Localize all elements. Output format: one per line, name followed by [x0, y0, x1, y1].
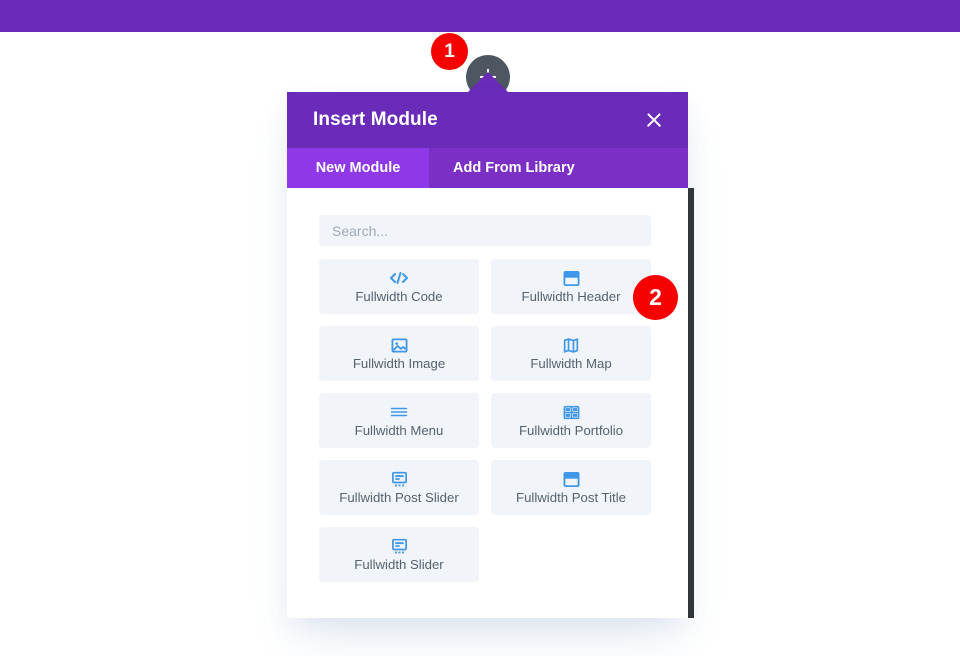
step-badge-1-label: 1: [444, 40, 455, 62]
fullwidth-post-title-tile[interactable]: Fullwidth Post Title: [491, 460, 651, 515]
modal-scrollbar-thumb[interactable]: [688, 188, 694, 618]
modal-title: Insert Module: [313, 109, 438, 130]
search-input[interactable]: [319, 215, 651, 246]
tab-add-from-library-label: Add From Library: [453, 160, 575, 176]
tab-new-module-label: New Module: [315, 160, 401, 176]
fullwidth-code-label: Fullwidth Code: [355, 289, 443, 305]
portfolio-grid-icon: [563, 403, 580, 421]
fullwidth-image-tile[interactable]: Fullwidth Image: [319, 326, 479, 381]
modal-header: Insert Module: [287, 92, 688, 148]
tab-add-from-library[interactable]: Add From Library: [429, 148, 599, 188]
tab-new-module[interactable]: New Module: [287, 148, 429, 188]
insert-module-modal: Insert Module New Module Add From Librar…: [287, 92, 694, 618]
fullwidth-portfolio-tile[interactable]: Fullwidth Portfolio: [491, 393, 651, 448]
fullwidth-map-label: Fullwidth Map: [530, 356, 612, 372]
image-icon: [391, 336, 408, 354]
header-icon: [563, 269, 580, 287]
screen: 1 Insert Module New Module Add From Libr…: [0, 0, 960, 656]
fullwidth-menu-tile[interactable]: Fullwidth Menu: [319, 393, 479, 448]
post-title-icon: [563, 470, 580, 488]
map-icon: [563, 336, 579, 354]
fullwidth-header-tile[interactable]: Fullwidth Header: [491, 259, 651, 314]
step-badge-2-label: 2: [649, 284, 662, 310]
post-slider-icon: [391, 470, 408, 488]
menu-icon: [390, 403, 408, 421]
step-badge-2: 2: [633, 275, 678, 320]
app-top-bar: [0, 0, 960, 32]
modal-pointer-triangle: [466, 72, 510, 94]
fullwidth-header-label: Fullwidth Header: [521, 289, 621, 305]
fullwidth-slider-label: Fullwidth Slider: [354, 557, 444, 573]
code-icon: [389, 269, 409, 287]
fullwidth-code-tile[interactable]: Fullwidth Code: [319, 259, 479, 314]
modal-body: Fullwidth Code Fullwidth Header: [287, 188, 688, 618]
fullwidth-portfolio-label: Fullwidth Portfolio: [518, 423, 624, 439]
fullwidth-slider-tile[interactable]: Fullwidth Slider: [319, 527, 479, 582]
slider-icon: [391, 537, 408, 555]
fullwidth-post-title-label: Fullwidth Post Title: [516, 490, 626, 506]
step-badge-1: 1: [431, 33, 468, 70]
fullwidth-post-slider-tile[interactable]: Fullwidth Post Slider: [319, 460, 479, 515]
module-grid: Fullwidth Code Fullwidth Header Fullwidt…: [319, 259, 656, 582]
fullwidth-map-tile[interactable]: Fullwidth Map: [491, 326, 651, 381]
modal-tabs: New Module Add From Library: [287, 148, 688, 188]
fullwidth-menu-label: Fullwidth Menu: [354, 423, 444, 439]
fullwidth-image-label: Fullwidth Image: [352, 356, 446, 372]
fullwidth-post-slider-label: Fullwidth Post Slider: [339, 490, 459, 506]
close-icon[interactable]: [642, 108, 666, 132]
